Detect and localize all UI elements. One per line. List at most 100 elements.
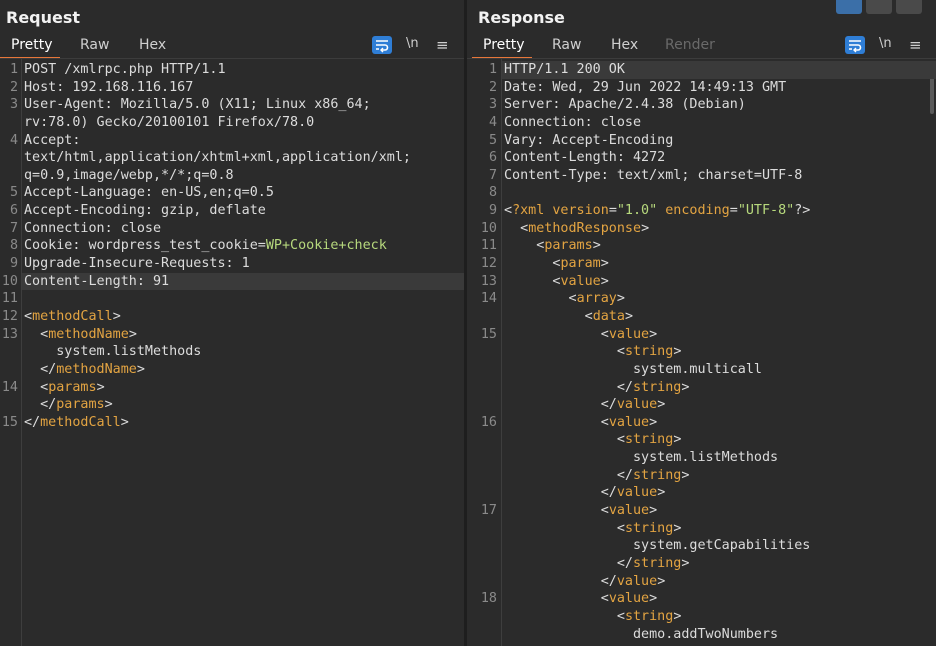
code-line[interactable]: 12 <param> [467, 255, 936, 273]
stacked-layout-icon[interactable] [866, 0, 892, 14]
code-line[interactable]: 9 Upgrade-Insecure-Requests: 1 [0, 255, 464, 273]
line-text: rv:78.0) Gecko/20100101 Firefox/78.0 [24, 114, 315, 130]
line-number: 11 [1, 291, 18, 307]
line-text: Accept-Encoding: gzip, deflate [24, 203, 266, 219]
side-by-side-layout-icon[interactable] [836, 0, 862, 14]
line-text: <value> [504, 273, 609, 289]
code-line[interactable]: 3 Server: Apache/2.4.38 (Debian) [467, 96, 936, 114]
code-line[interactable]: </value> [467, 573, 936, 591]
line-text: <methodResponse> [504, 220, 650, 236]
response-editor[interactable]: 1 HTTP/1.1 200 OK 2 Date: Wed, 29 Jun 2022 … [467, 61, 936, 643]
line-number: 14 [1, 379, 18, 395]
code-line[interactable]: system.multicall [467, 361, 936, 379]
code-line[interactable]: </string> [467, 467, 936, 485]
wrap-lines-icon[interactable] [845, 36, 865, 54]
response-tab-hex[interactable]: Hex [611, 37, 638, 53]
line-text: Vary: Accept-Encoding [504, 132, 674, 148]
code-line[interactable]: 11 [0, 290, 464, 308]
line-number: 17 [480, 503, 497, 519]
response-tab-render[interactable]: Render [665, 37, 715, 53]
code-line[interactable]: 18 <value> [467, 590, 936, 608]
line-number: 3 [9, 97, 18, 113]
code-line[interactable]: 6 Content-Length: 4272 [467, 149, 936, 167]
line-number: 1 [488, 62, 497, 77]
line-text: <value> [504, 591, 658, 607]
code-line[interactable]: system.getCapabilities [467, 537, 936, 555]
response-tab-raw[interactable]: Raw [552, 37, 581, 53]
line-text: <string> [504, 344, 682, 360]
code-line[interactable]: <string> [467, 431, 936, 449]
code-line[interactable]: 5 Vary: Accept-Encoding [467, 132, 936, 150]
code-line[interactable]: </string> [467, 555, 936, 573]
code-line[interactable]: 10 Content-Length: 91 [2, 272, 464, 291]
response-tab-pretty[interactable]: Pretty [483, 37, 525, 53]
code-line[interactable]: 1 HTTP/1.1 200 OK [489, 61, 936, 79]
code-line[interactable]: 2 Host: 192.168.116.167 [0, 79, 464, 97]
code-line[interactable]: 13 <methodName> [0, 326, 464, 344]
code-line[interactable]: 13 <value> [467, 273, 936, 291]
code-line[interactable]: 7 Content-Type: text/xml; charset=UTF-8 [467, 167, 936, 185]
code-line[interactable]: <string> [467, 343, 936, 361]
request-tab-raw[interactable]: Raw [80, 37, 109, 53]
single-layout-icon[interactable] [896, 0, 922, 14]
line-text: <params> [24, 379, 105, 395]
code-line[interactable]: </value> [467, 396, 936, 414]
code-line[interactable]: 1 POST /xmlrpc.php HTTP/1.1 [0, 61, 464, 79]
code-line[interactable]: 10 <methodResponse> [467, 220, 936, 238]
line-number: 9 [9, 256, 18, 272]
line-number: 7 [488, 167, 497, 183]
line-text: </string> [504, 555, 690, 571]
line-text: <value> [504, 414, 658, 430]
code-line[interactable]: </params> [0, 396, 464, 414]
menu-icon[interactable]: ≡ [909, 36, 922, 54]
code-line[interactable]: 9 <?xml version="1.0" encoding="UTF-8"?> [467, 202, 936, 220]
code-line[interactable]: 8 [467, 184, 936, 202]
code-line[interactable]: 15 <value> [467, 326, 936, 344]
code-line[interactable]: <string> [467, 608, 936, 626]
code-line[interactable]: system.listMethods [0, 343, 464, 361]
code-line[interactable]: 16 <value> [467, 414, 936, 432]
code-line[interactable]: 14 <params> [0, 379, 464, 397]
line-number: 6 [9, 203, 18, 219]
code-line[interactable]: <string> [467, 520, 936, 538]
code-line[interactable]: 5 Accept-Language: en-US,en;q=0.5 [0, 184, 464, 202]
menu-icon[interactable]: ≡ [436, 36, 449, 54]
line-text: </methodCall> [24, 414, 129, 430]
code-line[interactable]: 8 Cookie: wordpress_test_cookie=WP+Cookie… [0, 237, 464, 255]
code-line[interactable]: 6 Accept-Encoding: gzip, deflate [0, 202, 464, 220]
tabbar-divider [0, 58, 464, 59]
code-line[interactable]: system.listMethods [467, 449, 936, 467]
code-line[interactable]: 4 Connection: close [467, 114, 936, 132]
request-tab-pretty[interactable]: Pretty [11, 37, 53, 53]
code-line[interactable]: demo.addTwoNumbers [467, 626, 936, 644]
code-line[interactable]: 3 User-Agent: Mozilla/5.0 (X11; Linux x86… [0, 96, 464, 114]
code-line[interactable]: 12 <methodCall> [0, 308, 464, 326]
code-line[interactable]: 4 Accept: [0, 132, 464, 150]
code-line[interactable]: text/html,application/xhtml+xml,applicat… [0, 149, 464, 167]
code-line[interactable]: <data> [467, 308, 936, 326]
line-text: </value> [504, 397, 666, 413]
code-line[interactable]: 17 <value> [467, 502, 936, 520]
request-tab-hex[interactable]: Hex [139, 37, 166, 53]
code-line[interactable]: 11 <params> [467, 237, 936, 255]
code-line[interactable]: q=0.9,image/webp,*/*;q=0.8 [0, 167, 464, 185]
request-pane: Request Pretty Raw Hex \n ≡ 1 POST /xmlrp… [0, 0, 464, 646]
code-line[interactable]: </string> [467, 379, 936, 397]
show-newlines-toggle[interactable]: \n [879, 36, 892, 54]
code-line[interactable]: rv:78.0) Gecko/20100101 Firefox/78.0 [0, 114, 464, 132]
code-line[interactable]: </value> [467, 484, 936, 502]
wrap-lines-icon[interactable] [372, 36, 392, 54]
line-text: demo.addTwoNumbers [504, 626, 779, 642]
code-line[interactable]: 15 </methodCall> [0, 414, 464, 432]
line-text: <param> [504, 256, 609, 272]
line-number: 9 [488, 203, 497, 219]
show-newlines-toggle[interactable]: \n [406, 36, 419, 54]
line-number: 11 [480, 238, 497, 254]
code-line[interactable]: 14 <array> [467, 290, 936, 308]
line-number: 10 [1, 273, 18, 289]
code-line[interactable]: </methodName> [0, 361, 464, 379]
code-line[interactable]: 7 Connection: close [0, 220, 464, 238]
code-line[interactable]: 2 Date: Wed, 29 Jun 2022 14:49:13 GMT [467, 79, 936, 97]
request-editor[interactable]: 1 POST /xmlrpc.php HTTP/1.1 2 Host: 192.168… [0, 61, 464, 431]
line-text: <string> [504, 520, 682, 536]
